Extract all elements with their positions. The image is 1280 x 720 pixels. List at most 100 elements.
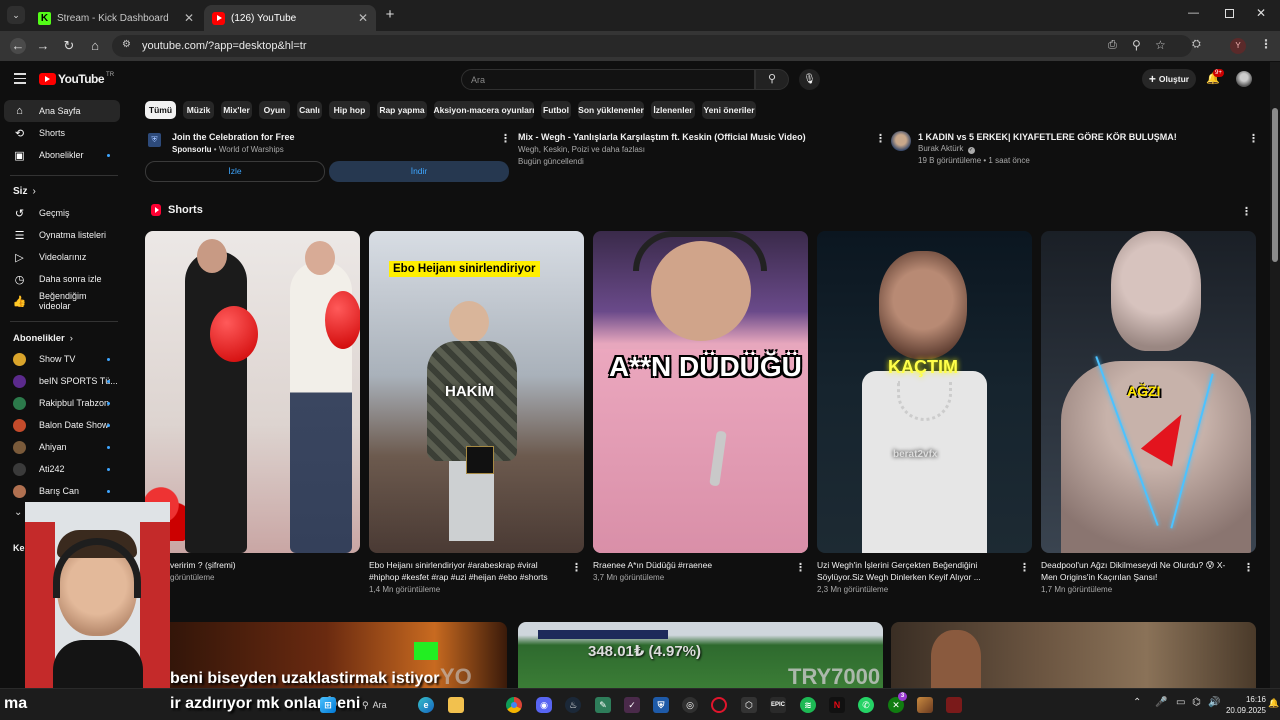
forward-icon[interactable]: → xyxy=(35,38,51,54)
short-thumbnail[interactable] xyxy=(145,231,360,553)
filter-chip[interactable]: Oyun xyxy=(259,101,290,119)
close-window-button[interactable]: ✕ xyxy=(1256,6,1266,20)
mix-title[interactable]: Mix - Wegh - Yanlışlarla Karşılaştım ft.… xyxy=(518,132,806,142)
close-icon[interactable]: ✕ xyxy=(358,11,368,25)
tab-youtube[interactable]: (126) YouTube ✕ xyxy=(204,5,376,31)
short-thumbnail[interactable]: A**N DÜDÜĞÜ xyxy=(593,231,808,553)
filter-chip[interactable]: Son yüklenenler xyxy=(578,101,644,119)
account-avatar[interactable] xyxy=(1236,71,1252,87)
short-thumbnail[interactable]: AĞZI xyxy=(1041,231,1256,553)
app-icon[interactable] xyxy=(946,697,962,713)
sidebar-subscription-item[interactable]: Show TV xyxy=(4,348,120,370)
short-title[interactable]: Ebo Heijanı sinirlendiriyor #arabeskrap … xyxy=(369,559,565,583)
tab-kick-dashboard[interactable]: K Stream - Kick Dashboard ✕ xyxy=(30,5,202,31)
scrollbar-thumb[interactable] xyxy=(1272,108,1278,262)
tab-search-button[interactable]: ⌄ xyxy=(7,6,25,24)
search-button[interactable]: ⚲ xyxy=(755,69,789,90)
channel-avatar[interactable] xyxy=(891,131,911,151)
install-app-icon[interactable]: ⎙ xyxy=(1108,39,1117,52)
sidebar-item-history[interactable]: ↺ Geçmiş xyxy=(4,202,120,224)
address-bar[interactable]: ⚙ youtube.com/?app=desktop&hl=tr ⎙ ⚲ ☆ xyxy=(112,35,1192,57)
spotify-icon[interactable]: ≋ xyxy=(800,697,816,713)
short-options-icon[interactable]: ⋮ xyxy=(1243,561,1254,574)
sidebar-subscription-item[interactable]: Balon Date Show xyxy=(4,414,120,436)
search-input[interactable]: Ara xyxy=(461,69,755,90)
shield-icon[interactable]: ⛨ xyxy=(653,697,669,713)
reload-icon[interactable]: ↻ xyxy=(61,38,77,54)
epic-games-icon[interactable]: EPIC xyxy=(770,697,786,713)
short-thumbnail[interactable]: Ebo Heijanı sinirlendiriyor HAKİM xyxy=(369,231,584,553)
sidebar-item-liked-videos[interactable]: 👍 Beğendiğim videolar xyxy=(4,290,120,312)
app-cube-icon[interactable]: ⬡ xyxy=(741,697,757,713)
filter-chip[interactable]: Canlı xyxy=(297,101,322,119)
channel-name[interactable]: Burak Aktürk xyxy=(918,144,963,153)
sidebar-item-home[interactable]: ⌂ Ana Sayfa xyxy=(4,100,120,122)
video-options-icon[interactable]: ⋮ xyxy=(1248,132,1259,145)
sidebar-subscription-item[interactable]: Ati242 xyxy=(4,458,120,480)
opera-icon[interactable] xyxy=(711,697,727,713)
tray-chevron-up-icon[interactable]: ⌃ xyxy=(1133,697,1141,708)
edge-browser-icon[interactable]: e xyxy=(418,697,434,713)
minimize-button[interactable]: — xyxy=(1188,7,1199,19)
filter-chip[interactable]: Hip hop xyxy=(329,101,370,119)
mix-options-icon[interactable]: ⋮ xyxy=(875,132,886,145)
filter-chip[interactable]: Müzik xyxy=(183,101,214,119)
new-tab-button[interactable]: + xyxy=(382,6,398,24)
youtube-logo[interactable]: YouTube TR xyxy=(39,72,114,86)
bookmark-star-icon[interactable]: ☆ xyxy=(1155,38,1166,52)
monitor-icon[interactable]: ▭ xyxy=(1176,697,1185,708)
create-button[interactable]: + Oluştur xyxy=(1142,69,1196,89)
shorts-shelf-options-icon[interactable]: ⋮ xyxy=(1241,205,1252,218)
voice-search-button[interactable]: 🎙 xyxy=(799,69,820,90)
photos-icon[interactable] xyxy=(917,697,933,713)
video-title[interactable]: 1 KADIN vs 5 ERKEK| KIYAFETLERE GÖRE KÖR… xyxy=(918,132,1177,142)
sidebar-item-playlists[interactable]: ☰ Oynatma listeleri xyxy=(4,224,120,246)
sidebar-item-shorts[interactable]: ⟲ Shorts xyxy=(4,122,120,144)
chrome-browser-icon[interactable] xyxy=(506,697,522,713)
notifications-button[interactable]: 🔔 9+ xyxy=(1206,69,1224,86)
profile-avatar[interactable]: Y xyxy=(1230,38,1246,54)
home-icon[interactable]: ⌂ xyxy=(87,38,103,54)
short-options-icon[interactable]: ⋮ xyxy=(795,561,806,574)
filter-chip[interactable]: Yeni öneriler xyxy=(702,101,756,119)
filter-chip[interactable]: İzlenenler xyxy=(651,101,695,119)
sidebar-subscription-item[interactable]: beIN SPORTS Tü... xyxy=(4,370,120,392)
taskbar-search[interactable]: ⚲ Ara xyxy=(362,697,408,713)
obs-icon[interactable]: ◎ xyxy=(682,697,698,713)
sidebar-subscription-item[interactable]: Ahiyan xyxy=(4,436,120,458)
short-title[interactable]: Deadpool'un Ağzı Dikilmeseydi Ne Olurdu?… xyxy=(1041,559,1237,583)
filter-chip[interactable]: Aksiyon-macera oyunları xyxy=(433,101,535,119)
sidebar-item-watch-later[interactable]: ◷ Daha sonra izle xyxy=(4,268,120,290)
whatsapp-icon[interactable]: ✆ xyxy=(858,697,874,713)
ad-watch-button[interactable]: İzle xyxy=(145,161,325,182)
filter-chip[interactable]: Futbol xyxy=(541,101,571,119)
hamburger-menu-icon[interactable] xyxy=(14,73,26,84)
filter-chip[interactable]: Tümü xyxy=(145,101,176,119)
subscriptions-section-header[interactable]: Abonelikler › xyxy=(13,333,73,344)
notepad-icon[interactable]: ✎ xyxy=(595,697,611,713)
xbox-icon[interactable]: ✕ 3 xyxy=(888,692,907,713)
discord-icon[interactable]: ◉ xyxy=(536,697,552,713)
ad-options-icon[interactable]: ⋮ xyxy=(500,132,511,145)
maximize-button[interactable] xyxy=(1225,9,1234,18)
sidebar-item-subscriptions[interactable]: ▣ Abonelikler xyxy=(4,144,120,166)
sidebar-subscription-item[interactable]: Barış Can xyxy=(4,480,120,502)
extensions-icon[interactable]: ⛭ xyxy=(1192,38,1201,51)
netflix-icon[interactable]: N xyxy=(829,697,845,713)
video-thumbnail[interactable] xyxy=(891,622,1256,688)
short-options-icon[interactable]: ⋮ xyxy=(571,561,582,574)
windows-start-icon[interactable]: ⊞ xyxy=(320,697,336,713)
short-title[interactable]: Uzi Wegh'in İşlerini Gerçekten Beğendiği… xyxy=(817,559,1013,583)
close-icon[interactable]: ✕ xyxy=(184,11,194,25)
menu-kebab-icon[interactable]: ⋮ xyxy=(1260,37,1272,51)
file-explorer-icon[interactable] xyxy=(448,697,464,713)
page-scrollbar[interactable] xyxy=(1270,62,1280,688)
short-title[interactable]: veririm ? (şifremi) xyxy=(170,559,366,571)
network-icon[interactable]: ⌬ xyxy=(1192,697,1201,708)
sidebar-item-your-videos[interactable]: ▷ Videolarınız xyxy=(4,246,120,268)
short-title[interactable]: Rraenee A*ın Düdüğü #rraenee xyxy=(593,559,789,571)
app-icon[interactable]: ✓ xyxy=(624,697,640,713)
ad-title[interactable]: Join the Celebration for Free xyxy=(172,132,295,142)
you-section-header[interactable]: Siz › xyxy=(13,186,36,197)
filter-chip[interactable]: Rap yapma xyxy=(377,101,427,119)
